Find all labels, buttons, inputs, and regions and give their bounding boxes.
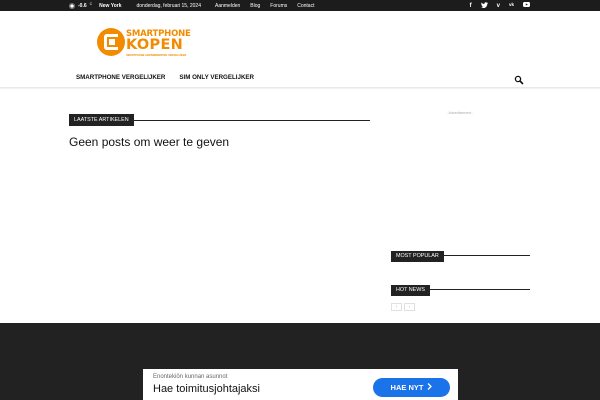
hot-news-title: HOT NEWS bbox=[391, 285, 430, 296]
search-icon[interactable] bbox=[514, 72, 524, 85]
top-link-forums[interactable]: Forums bbox=[270, 3, 287, 9]
prev-page-button[interactable]: ‹ bbox=[391, 303, 402, 311]
nav-item-smartphone-vergelijker[interactable]: SMARTPHONE VERGELIJKER bbox=[76, 74, 165, 81]
most-popular-header: MOST POPULAR bbox=[391, 244, 530, 262]
vk-icon[interactable]: vk bbox=[509, 3, 514, 8]
chevron-right-icon bbox=[427, 383, 433, 392]
empty-posts-message: Geen posts om weer te geven bbox=[69, 135, 230, 149]
current-date: donderdag, februari 15, 2024 bbox=[136, 2, 201, 9]
site-logo[interactable]: SMARTPHONE KOPEN SMARTPHONE ABONNEMENTEN… bbox=[97, 26, 191, 60]
logo-tagline: SMARTPHONE ABONNEMENTEN VERGELIJKEN bbox=[126, 54, 187, 57]
ad-cta-button[interactable]: HAE NYT bbox=[373, 378, 450, 397]
main-nav: SMARTPHONE VERGELIJKER SIM ONLY VERGELIJ… bbox=[69, 68, 530, 86]
advertisement-label: - Advertisement - bbox=[446, 111, 474, 115]
weather-city: New York bbox=[99, 2, 122, 9]
weather-widget: -0.6 C New York bbox=[69, 2, 122, 9]
nav-item-sim-only-vergelijker[interactable]: SIM ONLY VERGELIJKER bbox=[179, 74, 254, 81]
logo-line-2: KOPEN bbox=[126, 37, 184, 53]
ad-headline: Hae toimitusjohtajaksi bbox=[153, 383, 260, 395]
top-link-aanmelden[interactable]: Aanmelden bbox=[215, 3, 240, 9]
sun-icon bbox=[70, 3, 74, 8]
facebook-icon[interactable]: f bbox=[470, 3, 472, 9]
hot-news-pager: ‹ › bbox=[391, 303, 415, 311]
social-icons: f v vk bbox=[470, 1, 530, 10]
top-link-contact[interactable]: Contact bbox=[297, 3, 314, 9]
hot-news-header: HOT NEWS bbox=[391, 278, 530, 296]
weather-unit: C bbox=[89, 2, 93, 6]
nav-divider bbox=[0, 87, 600, 89]
ad-banner[interactable]: Enontekiön kunnan asunnot Hae toimitusjo… bbox=[143, 369, 458, 400]
top-links: Aanmelden Blog Forums Contact bbox=[215, 3, 315, 9]
ad-cta-label: HAE NYT bbox=[390, 383, 424, 392]
youtube-icon[interactable] bbox=[523, 2, 530, 9]
logo-mark bbox=[97, 28, 125, 56]
top-bar: -0.6 C New York donderdag, februari 15, … bbox=[0, 0, 600, 11]
vimeo-icon[interactable]: v bbox=[497, 3, 500, 9]
latest-articles-title: LAATSTE ARTIKELEN bbox=[69, 114, 134, 126]
most-popular-title: MOST POPULAR bbox=[391, 251, 444, 262]
twitter-icon[interactable] bbox=[480, 1, 488, 10]
next-page-button[interactable]: › bbox=[404, 303, 415, 311]
ad-advertiser: Enontekiön kunnan asunnot bbox=[153, 374, 228, 380]
weather-temperature: -0.6 bbox=[78, 2, 87, 9]
top-link-blog[interactable]: Blog bbox=[250, 3, 260, 9]
latest-articles-header: LAATSTE ARTIKELEN bbox=[69, 108, 370, 126]
